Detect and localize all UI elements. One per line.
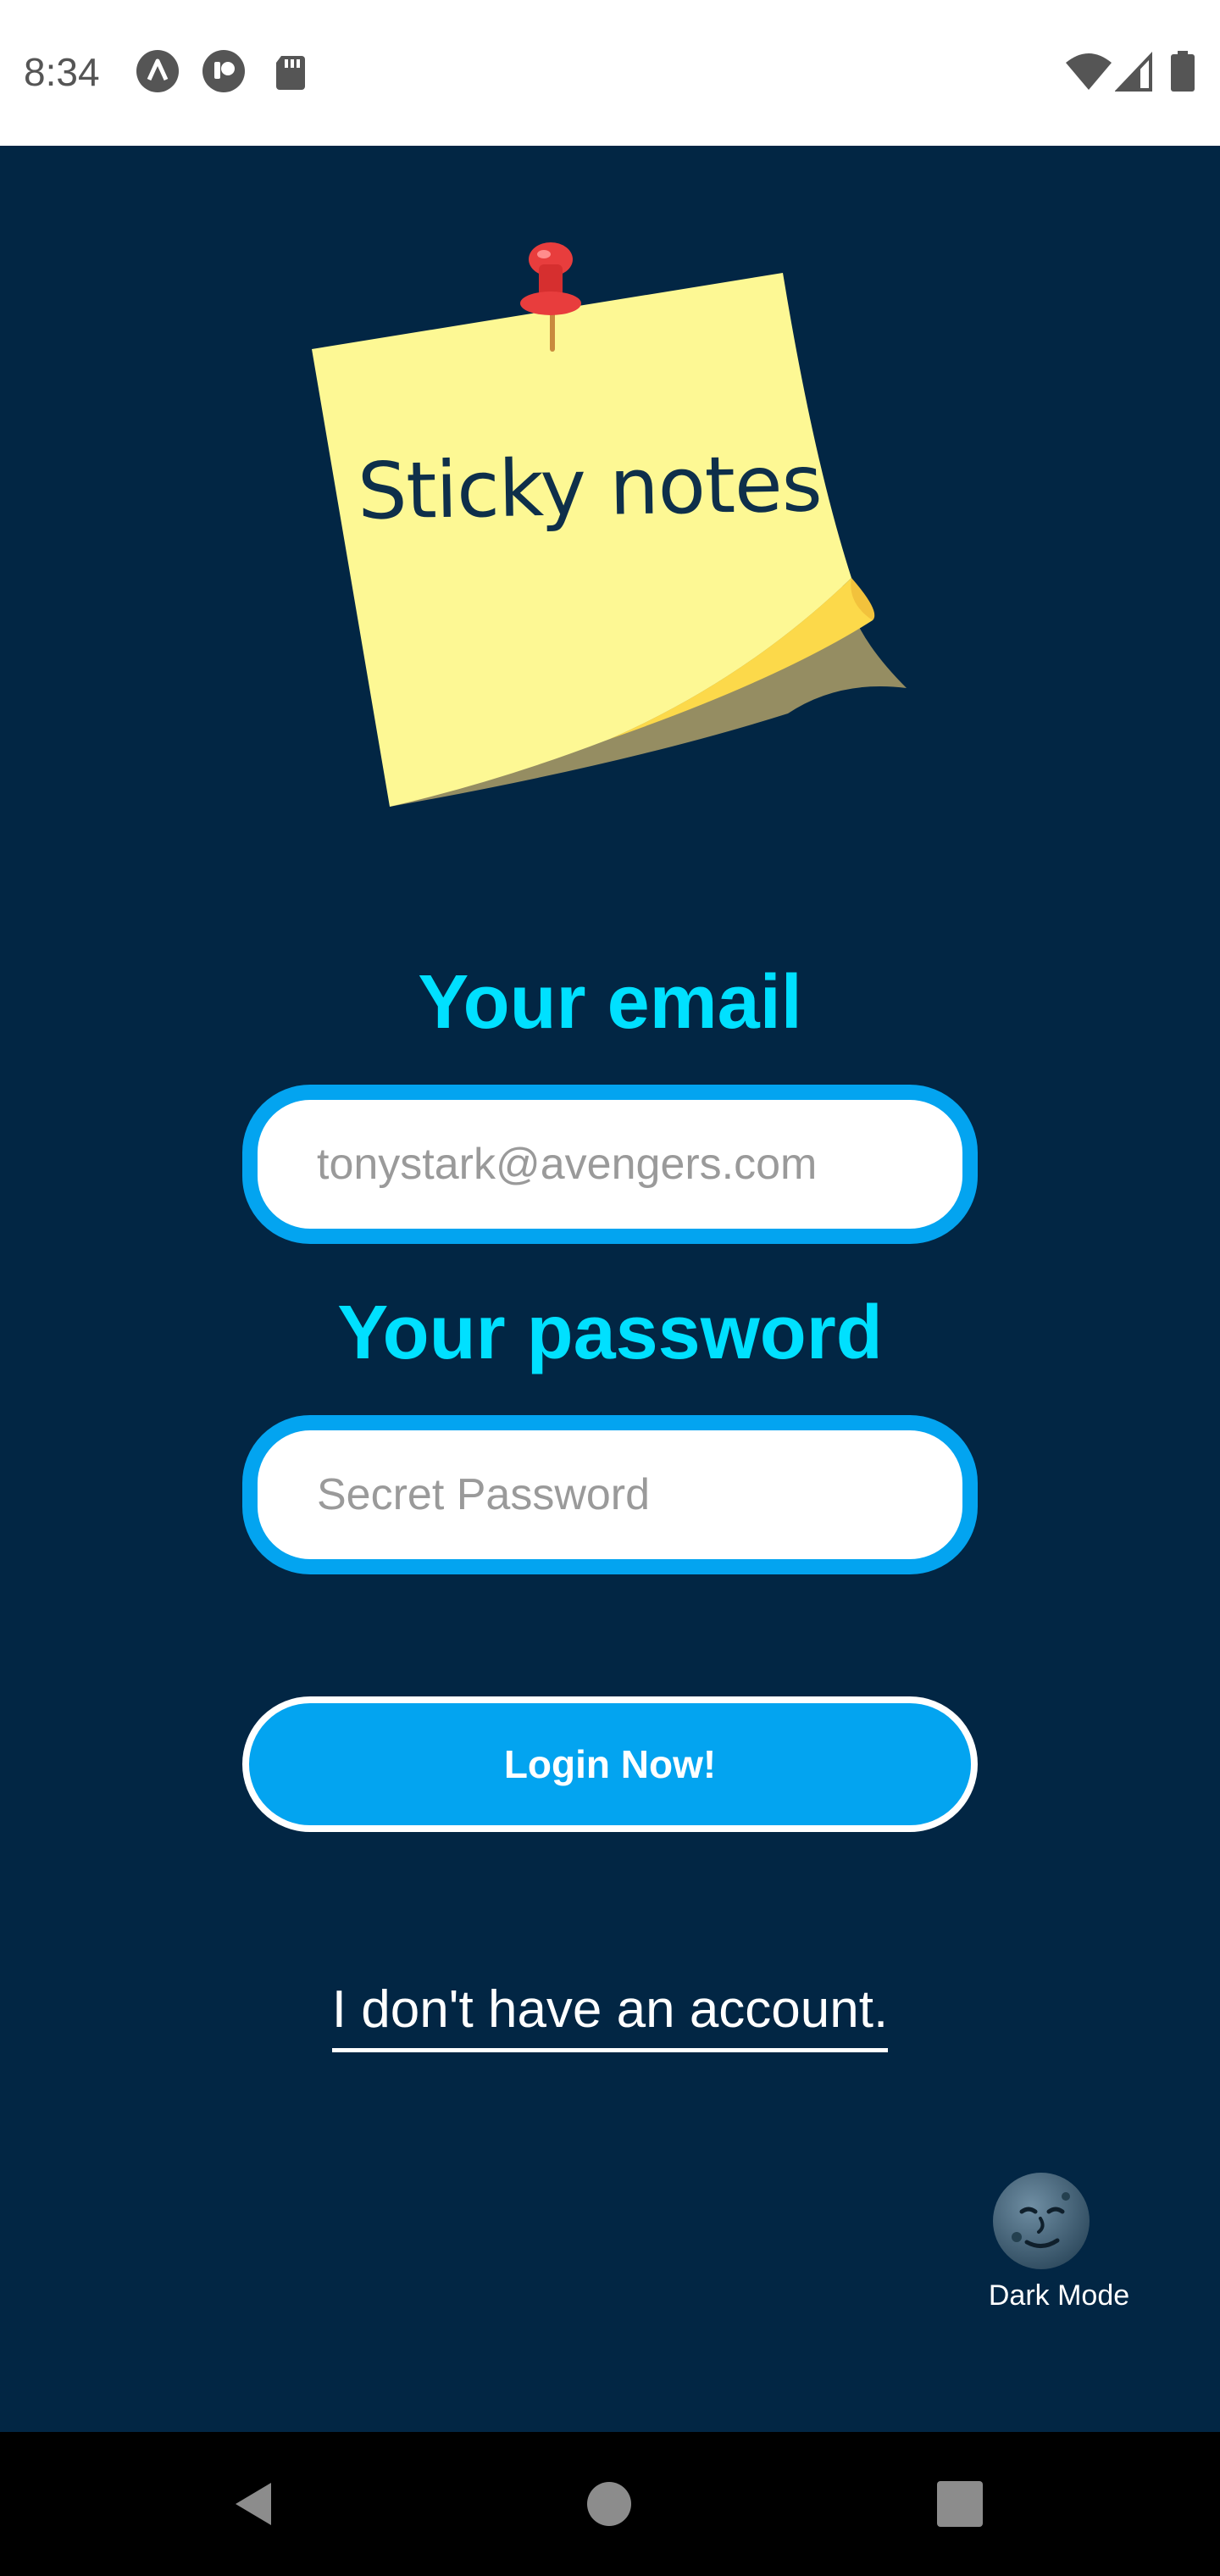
password-input[interactable] (258, 1430, 962, 1559)
login-button[interactable]: Login Now! (242, 1696, 978, 1832)
login-screen: Sticky notes Your email Your password Lo… (0, 146, 1220, 2432)
battery-icon (1171, 51, 1195, 92)
email-input[interactable] (258, 1100, 962, 1229)
signal-icon (1115, 51, 1152, 92)
password-label: Your password (337, 1291, 883, 1375)
autofill-icon (136, 50, 179, 92)
back-icon[interactable] (229, 2476, 285, 2532)
wifi-icon (1066, 53, 1112, 90)
trace-icon (202, 50, 245, 92)
dark-mode-label: Dark Mode (988, 2279, 1130, 2312)
signup-link[interactable]: I don't have an account. (331, 1979, 889, 2052)
email-label: Your email (418, 960, 802, 1045)
recents-icon[interactable] (932, 2476, 988, 2532)
navigation-bar (0, 2432, 1220, 2576)
status-time: 8:34 (24, 50, 100, 94)
password-field-frame (242, 1415, 978, 1574)
app-title: Sticky notes (357, 438, 823, 537)
home-icon[interactable] (581, 2476, 637, 2532)
signup-link-row: I don't have an account. (0, 1979, 1220, 2052)
email-field-frame (242, 1085, 978, 1244)
dark-mode-toggle[interactable]: Dark Mode (974, 2171, 1144, 2323)
sd-card-icon (276, 56, 305, 90)
status-bar: 8:34 (0, 0, 1220, 146)
pushpin-icon (520, 242, 581, 352)
moon-face-icon (993, 2173, 1090, 2269)
